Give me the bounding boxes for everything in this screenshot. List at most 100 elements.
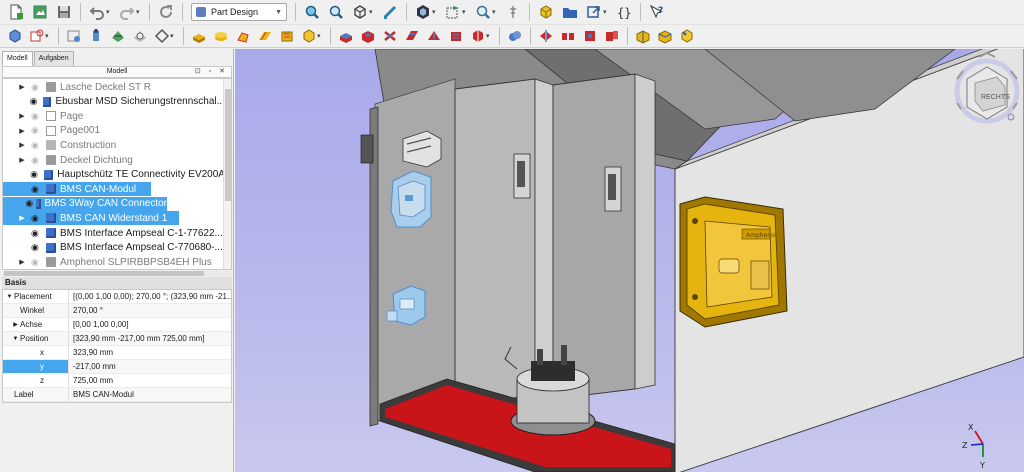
draft-button[interactable] [677, 26, 697, 46]
expand-arrow-icon[interactable]: ▶ [17, 83, 27, 91]
property-row[interactable]: y -217,00 mm [3, 360, 231, 374]
validate-sketch-button[interactable] [64, 26, 84, 46]
draw-style-button[interactable] [349, 2, 371, 22]
clipping-button[interactable] [502, 2, 524, 22]
tree-item[interactable]: ▶ ◉ Lasche Deckel ST R [3, 80, 225, 94]
tab-tasks[interactable]: Aufgaben [33, 51, 74, 66]
3d-scene[interactable]: Amphenol RECHTS X Y Z [235, 49, 1024, 472]
new-document-button[interactable] [5, 2, 27, 22]
sketch-dropdown-icon[interactable]: ▾ [45, 32, 52, 40]
property-row[interactable]: Winkel 270,00 ° [3, 304, 231, 318]
panel-window-controls[interactable]: ⊡ ▫ ✕ [195, 67, 228, 77]
expand-arrow-icon[interactable]: ▶ [17, 141, 27, 149]
redo-button[interactable] [116, 2, 138, 22]
create-datum-line-button[interactable] [108, 26, 128, 46]
property-value[interactable]: [0,00 1,00 0,00] [69, 318, 231, 331]
property-row[interactable]: ▼ Position [323,90 mm -217,00 mm 725,00 mm… [3, 332, 231, 346]
boolean-button[interactable] [505, 26, 525, 46]
save-button[interactable] [53, 2, 75, 22]
hidden-eye-icon[interactable]: ◉ [31, 82, 43, 93]
whats-this-button[interactable]: ? [646, 2, 668, 22]
subtractive-primitive-button[interactable] [468, 26, 488, 46]
create-datum-point-button[interactable] [86, 26, 106, 46]
polar-pattern-button[interactable] [580, 26, 600, 46]
box-select-button[interactable] [442, 2, 464, 22]
box-select-dropdown-icon[interactable]: ▾ [462, 8, 469, 16]
bms-can-modul-selection[interactable] [390, 170, 432, 228]
3d-viewport[interactable]: Amphenol RECHTS X Y Z [235, 49, 1024, 472]
tree-item[interactable]: ◉ BMS Interface Ampseal C-770680-... [3, 241, 225, 255]
additive-helix-button[interactable] [277, 26, 297, 46]
expand-arrow-icon[interactable]: ▶ [17, 112, 27, 120]
property-row[interactable]: x 323,90 mm [3, 346, 231, 360]
property-row[interactable]: ▶ Achse [0,00 1,00 0,00] [3, 318, 231, 332]
property-value[interactable]: 270,00 ° [69, 304, 231, 317]
tree-item[interactable]: ◉ BMS CAN-Modul [3, 182, 151, 197]
expand-arrow-icon[interactable]: ▶ [11, 321, 20, 328]
draw-style-dropdown-icon[interactable]: ▾ [369, 8, 376, 16]
visibility-eye-icon[interactable]: ◉ [30, 169, 41, 180]
tree-item[interactable]: ▶ ◉ Page [3, 109, 225, 123]
property-value[interactable]: 323,90 mm [69, 346, 231, 359]
create-datum-plane-button[interactable] [130, 26, 150, 46]
measure-button[interactable] [379, 2, 401, 22]
tree-hscroll-thumb[interactable] [4, 271, 204, 276]
open-document-button[interactable] [29, 2, 51, 22]
hidden-eye-icon[interactable]: ◉ [31, 257, 43, 268]
expand-arrow-icon[interactable]: ▶ [17, 258, 27, 266]
fit-all-button[interactable] [301, 2, 323, 22]
undo-dropdown-icon[interactable]: ▾ [106, 8, 113, 16]
model-tree[interactable]: ▶ ◉ Lasche Deckel ST R ◉ Ebusbar MSD Sicheru… [2, 78, 232, 270]
multi-transform-button[interactable] [602, 26, 622, 46]
std-views-dropdown-icon[interactable]: ▾ [432, 8, 439, 16]
tree-item[interactable]: ▶ ◉ Page001 [3, 124, 225, 138]
tree-item[interactable]: ▶ ◉ Amphenol SLPIRBBPSB4EH Plus [3, 255, 225, 269]
chamfer-button[interactable] [655, 26, 675, 46]
tree-item[interactable]: ◉ BMS 3Way CAN Connector [3, 196, 167, 211]
additive-loft-button[interactable] [233, 26, 253, 46]
hidden-eye-icon[interactable]: ◉ [31, 155, 43, 166]
subtractive-pipe-button[interactable] [424, 26, 444, 46]
additive-pipe-button[interactable] [255, 26, 275, 46]
amphenol-connector-highlighted[interactable]: Amphenol [679, 196, 788, 328]
subtractive-dropdown-icon[interactable]: ▾ [486, 32, 493, 40]
tree-item[interactable]: ▶ ◉ Construction [3, 138, 225, 152]
property-row[interactable]: ▼ Placement [(0,00 1,00 0,00); 270,00 °; (… [3, 290, 231, 304]
create-sketch-button[interactable] [27, 26, 47, 46]
fit-selection-button[interactable] [325, 2, 347, 22]
tree-vertical-scrollbar[interactable] [223, 79, 231, 269]
additive-dropdown-icon[interactable]: ▾ [317, 32, 324, 40]
visibility-eye-icon[interactable]: ◉ [31, 242, 43, 253]
tab-model[interactable]: Modell [2, 51, 33, 66]
datum-dropdown-icon[interactable]: ▾ [170, 32, 177, 40]
tree-item[interactable]: ▶ ◉ Deckel Dichtung [3, 153, 225, 167]
property-value[interactable]: 725,00 mm [69, 374, 231, 387]
hidden-eye-icon[interactable]: ◉ [31, 125, 43, 136]
additive-primitive-button[interactable] [299, 26, 319, 46]
redo-dropdown-icon[interactable]: ▾ [136, 8, 143, 16]
create-body-button[interactable] [5, 26, 25, 46]
expand-arrow-icon[interactable]: ▼ [5, 294, 14, 300]
hidden-eye-icon[interactable]: ◉ [31, 140, 43, 151]
undo-button[interactable] [86, 2, 108, 22]
tree-scroll-thumb[interactable] [225, 89, 231, 201]
groove-button[interactable] [380, 26, 400, 46]
workbench-selector[interactable]: Part Design ▼ [191, 3, 287, 21]
fillet-button[interactable] [633, 26, 653, 46]
tree-item[interactable]: ◉ BMS Interface Ampseal C-1-77622... [3, 226, 225, 240]
create-part-button[interactable] [535, 2, 557, 22]
refresh-button[interactable] [155, 2, 177, 22]
create-group-button[interactable] [559, 2, 581, 22]
subtractive-helix-button[interactable] [446, 26, 466, 46]
pad-button[interactable] [189, 26, 209, 46]
property-value[interactable]: [(0,00 1,00 0,00); 270,00 °; (323,90 mm … [69, 290, 231, 303]
subtractive-loft-button[interactable] [402, 26, 422, 46]
std-views-button[interactable] [412, 2, 434, 22]
visibility-eye-icon[interactable]: ◉ [31, 228, 43, 239]
expand-arrow-icon[interactable]: ▶ [17, 214, 27, 222]
tree-item[interactable]: ◉ Ebusbar MSD Sicherungstrennschal... [3, 95, 225, 109]
expand-arrow-icon[interactable]: ▶ [17, 156, 27, 164]
expand-arrow-icon[interactable]: ▶ [17, 127, 27, 135]
property-row[interactable]: Label BMS CAN-Modul [3, 388, 231, 402]
macro-button[interactable]: {} [613, 2, 635, 22]
